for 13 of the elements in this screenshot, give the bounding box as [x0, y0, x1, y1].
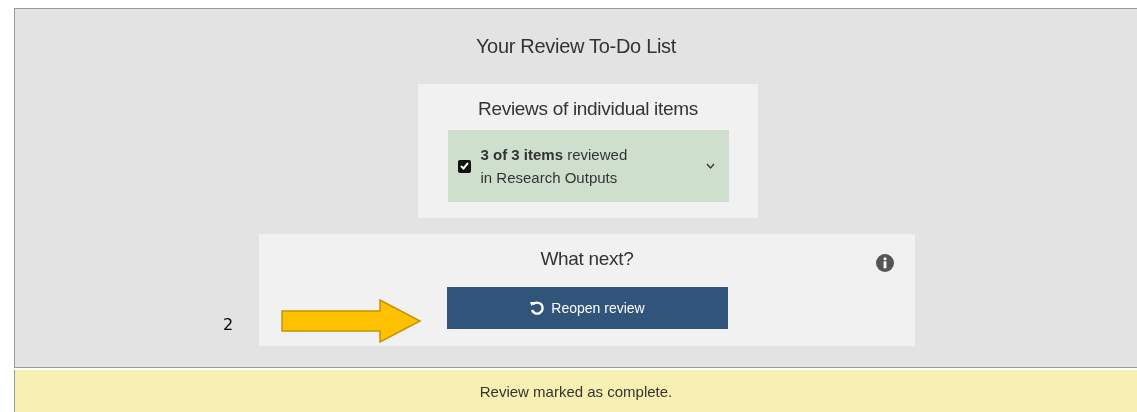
- summary-text: in Research Outputs: [480, 169, 619, 186]
- undo-icon: [529, 300, 546, 316]
- checkbox[interactable]: [457, 159, 471, 173]
- review-summary[interactable]: 3 of 3 items reviewed in Research Outputs: [447, 130, 729, 202]
- reopen-button[interactable]: Reopen review: [446, 287, 728, 329]
- card-heading: What next?: [540, 248, 634, 270]
- banner-message: Review marked as complete.: [479, 382, 673, 400]
- arrow-icon: [281, 299, 423, 343]
- card-heading: Reviews of individual items: [478, 98, 698, 120]
- page-title: Your Review To-Do List: [475, 35, 677, 58]
- info-icon[interactable]: [876, 254, 894, 272]
- annotation-number: 2: [223, 315, 234, 334]
- summary-text: 3 of 3 items reviewed: [480, 146, 629, 163]
